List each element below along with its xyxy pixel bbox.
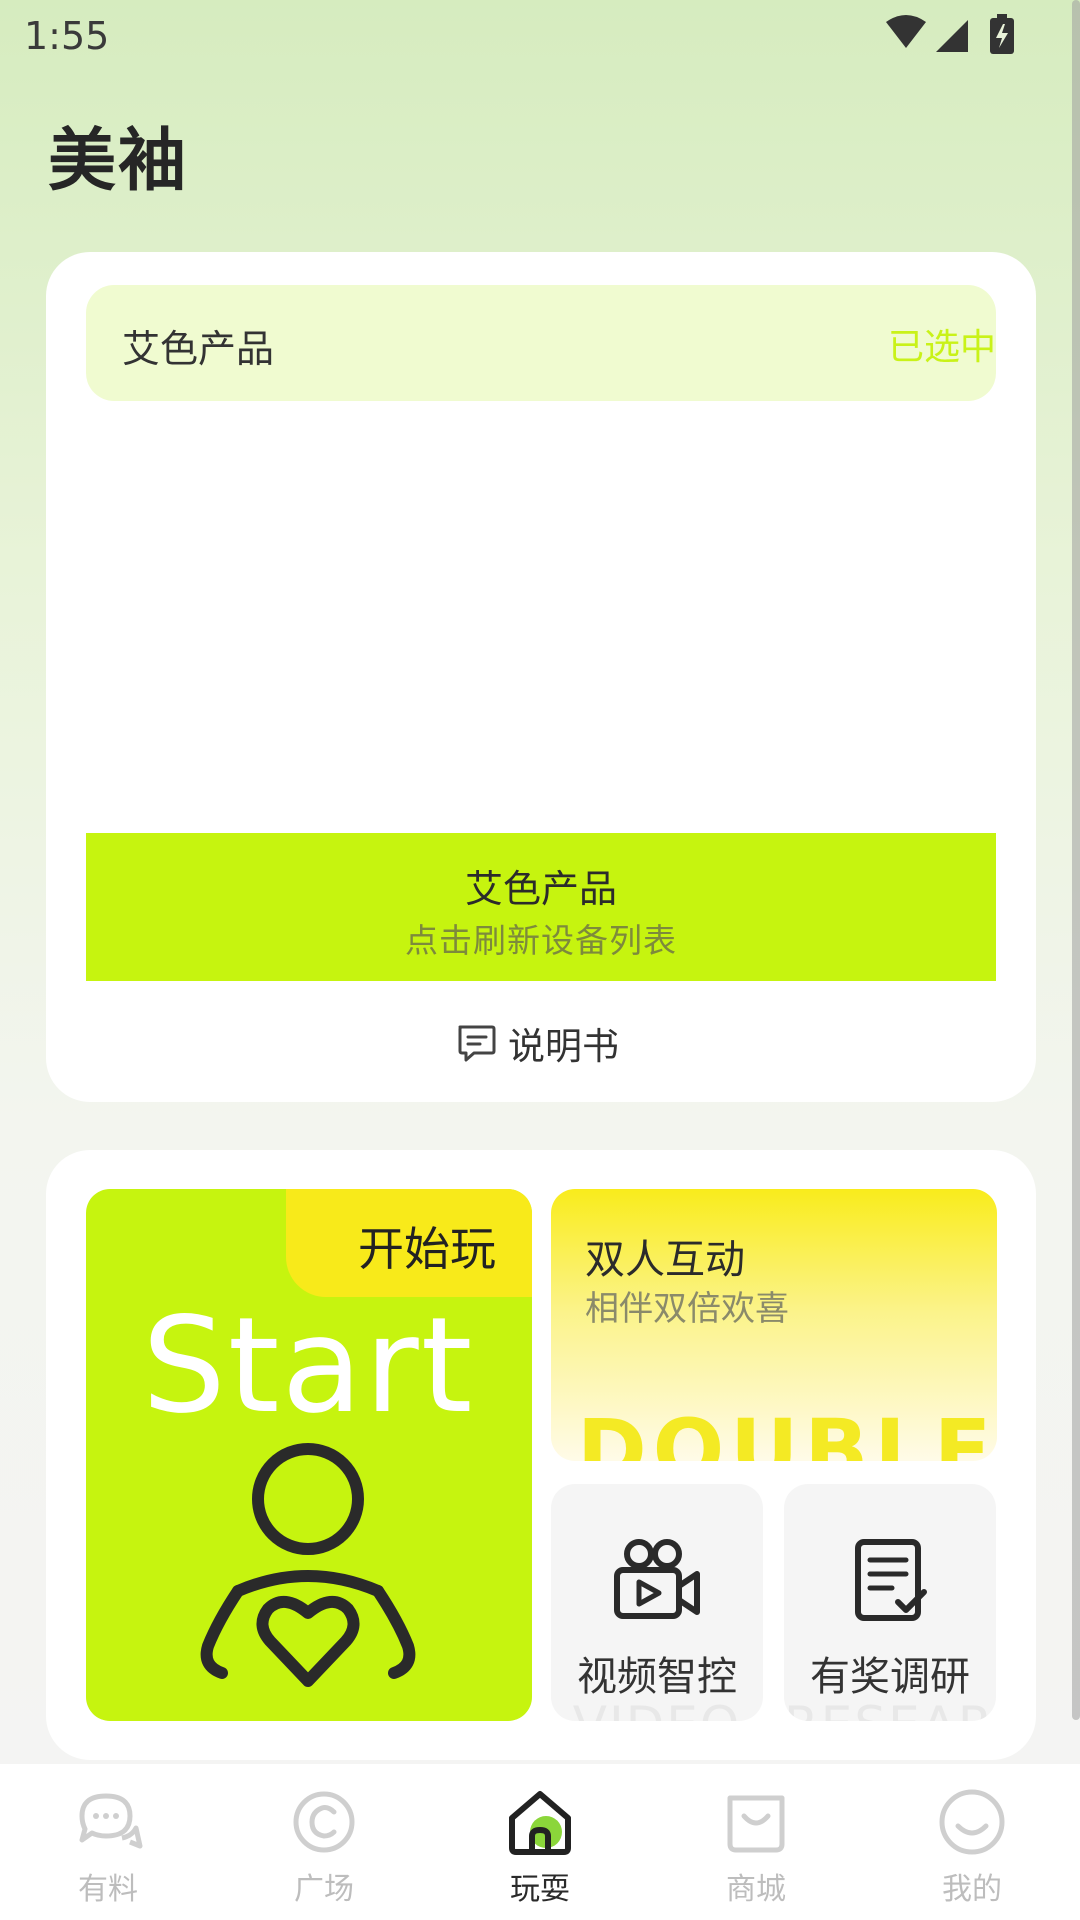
refresh-button-subtitle: 点击刷新设备列表 [405,921,677,960]
survey-watermark: RESEARCH [784,1696,996,1721]
nav-label: 广场 [294,1872,354,1907]
double-title: 双人互动 [585,1237,745,1283]
start-word: Start [142,1289,475,1443]
nav-label: 玩耍 [510,1872,570,1907]
nav-item-wode[interactable]: 我的 [864,1764,1080,1920]
manual-link[interactable]: 说明书 [454,1018,619,1068]
nav-label: 商城 [726,1872,786,1907]
nav-item-guangchang[interactable]: 广场 [216,1764,432,1920]
refresh-button-title: 艾色产品 [464,867,617,911]
chat-bubbles-icon [79,1793,143,1849]
app-title: 美袖 [48,122,189,201]
survey-tile[interactable]: 有奖调研 RESEARCH [784,1484,996,1721]
home-icon [509,1791,571,1855]
survey-document-icon [855,1539,927,1621]
product-name: 艾色产品 [122,327,275,371]
scroll-indicator[interactable] [1072,0,1080,1720]
battery-icon [990,14,1014,54]
manual-label: 说明书 [508,1025,619,1068]
double-interaction-tile[interactable]: 双人互动 相伴双倍欢喜 DOUBLE [551,1189,997,1461]
smiley-icon [939,1789,1005,1855]
video-control-label: 视频智控 [577,1654,737,1700]
double-subtitle: 相伴双倍欢喜 [585,1289,789,1329]
status-time: 1:55 [24,14,110,58]
nav-item-youliao[interactable]: 有料 [0,1764,216,1920]
survey-label: 有奖调研 [810,1654,970,1700]
video-control-tile[interactable]: 视频智控 VIDEO [551,1484,763,1721]
shopping-bag-icon [727,1795,785,1853]
double-watermark: DOUBLE [577,1401,997,1461]
nav-label: 有料 [78,1872,138,1907]
wifi-icon [886,15,926,48]
bottom-nav: 有料 广场 玩耍 商城 我的 [0,1764,1080,1920]
video-camera-icon [614,1539,700,1619]
nav-item-shangcheng[interactable]: 商城 [648,1764,864,1920]
start-play-tile[interactable]: 开始玩 Start [86,1189,532,1721]
start-tab-label: 开始玩 [358,1222,496,1276]
message-square-icon [458,1025,496,1062]
circle-c-icon [293,1791,355,1853]
nav-label: 我的 [942,1872,1002,1907]
nav-item-wanshua[interactable]: 玩耍 [432,1764,648,1920]
person-heart-icon [200,1443,416,1687]
signal-icon [936,20,968,52]
selected-badge: 已选中 [887,327,996,368]
video-watermark: VIDEO [551,1696,763,1721]
status-icons [886,14,1014,54]
